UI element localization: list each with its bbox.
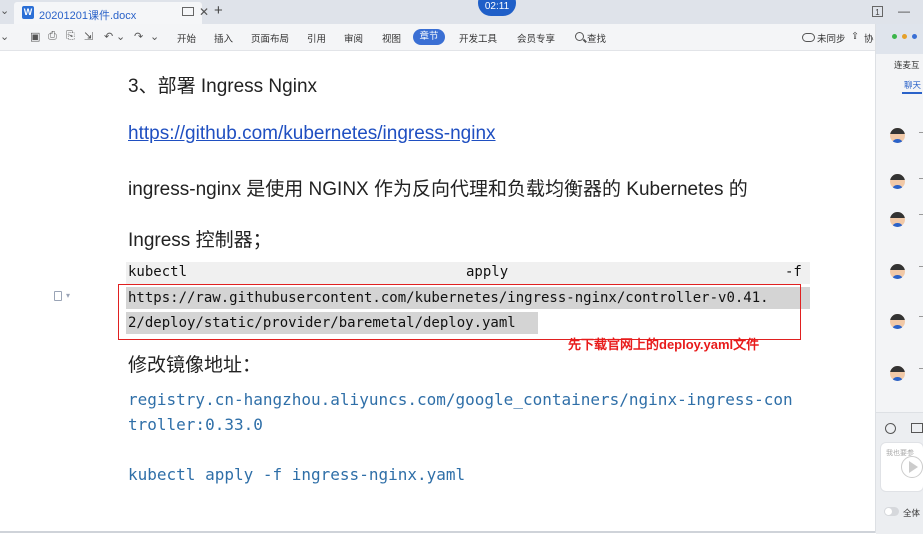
message-dash	[919, 316, 923, 317]
word-doc-icon: W	[22, 6, 34, 19]
menu-page-layout[interactable]: 页面布局	[251, 31, 289, 45]
code-flag: -f	[785, 264, 802, 280]
menu-view[interactable]: 视图	[382, 31, 401, 45]
menu-developer-tools[interactable]: 开发工具	[459, 31, 497, 45]
section-heading: 3、部署 Ingress Nginx	[128, 76, 318, 97]
cloud-sync-icon[interactable]	[802, 33, 815, 42]
play-icon[interactable]	[901, 456, 923, 478]
menu-references[interactable]: 引用	[307, 31, 326, 45]
search-icon[interactable]	[575, 32, 584, 41]
menu-section-active[interactable]: 章节	[413, 29, 445, 45]
search-label[interactable]: 查找	[587, 31, 606, 45]
close-tab-icon[interactable]: ✕	[199, 5, 209, 19]
menu-insert[interactable]: 插入	[214, 31, 233, 45]
message-dash	[919, 178, 923, 179]
annotation-note: 先下载官网上的deploy.yaml文件	[568, 337, 760, 352]
document-tab-title: 20201201课件.docx	[39, 10, 137, 22]
avatar[interactable]	[890, 174, 905, 189]
avatar[interactable]	[890, 212, 905, 227]
chat-input-area: 我也要参 全体	[876, 412, 923, 534]
highlight-box	[118, 284, 801, 340]
all-members-toggle[interactable]	[884, 507, 899, 516]
menu-member[interactable]: 会员专享	[517, 31, 555, 45]
intro-paragraph: ingress-nginx 是使用 NGINX 作为反向代理和负载均衡器的 Ku…	[128, 179, 748, 200]
intro-paragraph-cont: Ingress 控制器；	[128, 230, 272, 251]
new-tab-button[interactable]: +	[214, 2, 223, 19]
all-members-label: 全体	[903, 508, 921, 518]
modify-image-heading: 修改镜像地址：	[128, 355, 262, 376]
github-link[interactable]: https://github.com/kubernetes/ingress-ng…	[128, 123, 496, 145]
chat-input[interactable]: 我也要参	[880, 442, 923, 492]
redo-icon[interactable]: ↷	[134, 30, 143, 43]
ribbon-toolbar: ⌄ ▣ ⎙ ⎘ ⇲ ↶ ⌄ ↷ ⌄ 开始 插入 页面布局 引用 审阅 视图 章节…	[0, 24, 923, 51]
share-icon[interactable]: ⇪	[851, 31, 859, 42]
message-dash	[919, 132, 923, 133]
avatar[interactable]	[890, 264, 905, 279]
window-count-badge[interactable]: 1	[872, 6, 883, 17]
emoji-icon[interactable]	[885, 423, 896, 434]
code-apply: apply	[466, 264, 509, 280]
image-icon[interactable]	[911, 423, 923, 433]
paragraph-handle-icon[interactable]	[54, 291, 62, 301]
share-label[interactable]: 协	[864, 31, 874, 45]
message-dash	[919, 214, 923, 215]
title-bar: ⌄ W 20201201课件.docx ✕ + 02:11 1 —	[0, 0, 923, 24]
avatar[interactable]	[890, 314, 905, 329]
registry-line-2: troller:0.33.0	[128, 415, 263, 434]
print-preview-icon[interactable]: ⎙	[48, 30, 57, 43]
registry-line-1: registry.cn-hangzhou.aliyuncs.com/google…	[128, 390, 793, 409]
document-tab[interactable]: W 20201201课件.docx ✕	[14, 2, 209, 24]
code-kubectl: kubectl	[128, 264, 188, 280]
status-dot-orange	[902, 34, 907, 39]
avatar[interactable]	[890, 366, 905, 381]
live-side-panel: 连麦互 聊天 我也要参 全体	[875, 24, 923, 534]
mic-link-label[interactable]: 连麦互	[894, 59, 920, 71]
apply-command: kubectl apply -f ingress-nginx.yaml	[128, 465, 466, 484]
customize-toolbar-icon[interactable]: ⌄	[150, 30, 159, 43]
chat-tab-underline	[902, 92, 922, 94]
export-icon[interactable]: ⇲	[84, 30, 93, 43]
message-dash	[919, 368, 923, 369]
undo-dropdown-icon[interactable]: ⌄	[116, 30, 125, 43]
status-dot-green	[892, 34, 897, 39]
menu-expand-icon[interactable]: ⌄	[0, 30, 9, 43]
screen-icon[interactable]	[182, 7, 194, 16]
paragraph-handle-caret-icon[interactable]: ▾	[66, 291, 70, 300]
save-icon[interactable]: ▣	[30, 30, 40, 43]
minimize-button[interactable]: —	[898, 4, 910, 18]
sync-status[interactable]: 未同步	[817, 31, 846, 45]
status-dot-blue	[912, 34, 917, 39]
menu-home[interactable]: 开始	[177, 31, 196, 45]
app-menu-icon[interactable]: ⌄	[0, 4, 12, 20]
undo-icon[interactable]: ↶	[104, 30, 113, 43]
message-dash	[919, 266, 923, 267]
print-icon[interactable]: ⎘	[66, 30, 75, 43]
avatar[interactable]	[890, 128, 905, 143]
menu-review[interactable]: 审阅	[344, 31, 363, 45]
recording-timer: 02:11	[478, 0, 516, 16]
chat-tab[interactable]: 聊天	[904, 79, 921, 91]
side-panel-header	[876, 24, 923, 54]
